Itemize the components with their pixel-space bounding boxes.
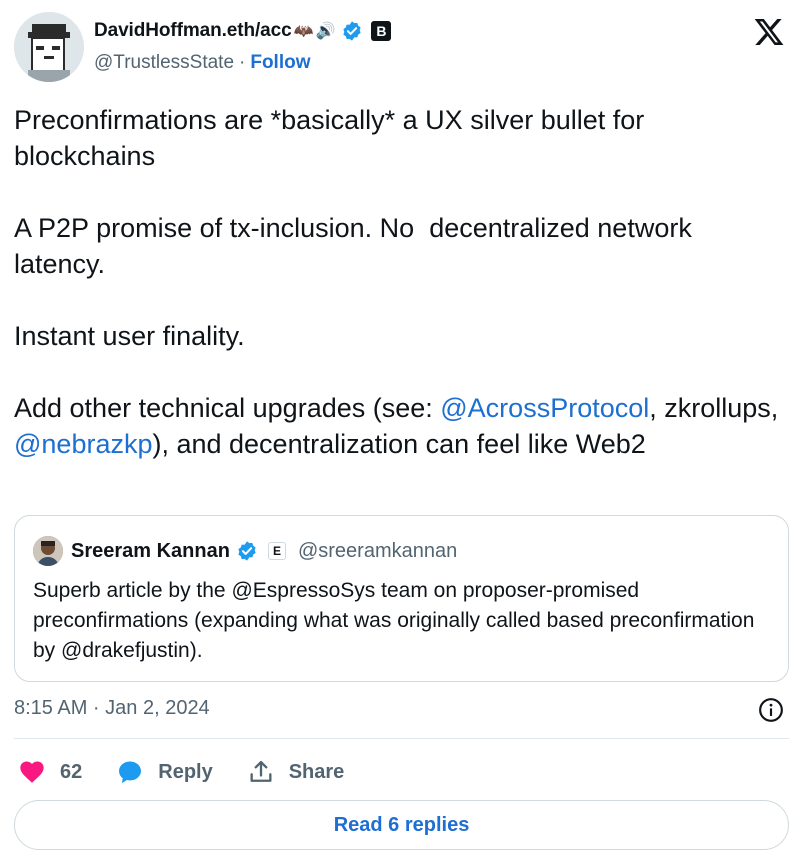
like-button[interactable]: 62 bbox=[18, 758, 82, 786]
tweet-timestamp[interactable]: 8:15 AM · Jan 2, 2024 bbox=[14, 697, 210, 720]
reply-bubble-icon bbox=[119, 761, 142, 784]
divider bbox=[14, 738, 789, 739]
quoted-tweet-text: Superb article by the @EspressoSys team … bbox=[33, 579, 755, 662]
reply-button[interactable]: Reply bbox=[116, 758, 213, 786]
share-icon bbox=[250, 760, 272, 782]
author-handle[interactable]: @TrustlessState bbox=[94, 52, 234, 74]
quoted-author-avatar bbox=[33, 536, 63, 566]
like-count: 62 bbox=[60, 760, 83, 783]
bat-emoji: 🦇 bbox=[293, 23, 314, 40]
mention-link[interactable]: @AcrossProtocol bbox=[440, 393, 649, 423]
tweet-paragraph: Instant user finality. bbox=[14, 321, 245, 351]
author-display-name[interactable]: DavidHoffman.eth/acc bbox=[94, 20, 292, 42]
x-logo-icon[interactable] bbox=[752, 16, 786, 48]
quoted-author-handle: @sreeramkannan bbox=[297, 539, 458, 562]
tweet-paragraph: Preconfirmations are *basically* a UX si… bbox=[14, 105, 652, 171]
tweet-text-segment: Add other technical upgrades (see: bbox=[14, 393, 441, 423]
tweet-actions: 62 Reply Share bbox=[18, 754, 378, 790]
quoted-affiliate-badge: E bbox=[267, 542, 286, 560]
speaker-emoji: 🔊 bbox=[315, 23, 336, 40]
separator-dot: · bbox=[239, 52, 246, 73]
info-icon[interactable] bbox=[758, 697, 784, 723]
quoted-author-name: Sreeram Kannan bbox=[71, 539, 230, 562]
share-button[interactable]: Share bbox=[247, 758, 345, 786]
tweet-paragraph: A P2P promise of tx-inclusion. No decent… bbox=[14, 213, 700, 279]
mention-link[interactable]: @nebrazkp bbox=[14, 429, 152, 459]
tweet-body: Preconfirmations are *basically* a UX si… bbox=[14, 102, 786, 462]
tweet-text-segment: ), and decentralization can feel like We… bbox=[152, 429, 646, 459]
read-replies-button[interactable]: Read 6 replies bbox=[14, 800, 789, 850]
verified-badge-icon bbox=[238, 541, 256, 561]
quoted-tweet-card[interactable]: Sreeram Kannan E @sreeramkannan Superb a… bbox=[14, 515, 789, 682]
author-avatar[interactable] bbox=[14, 12, 84, 82]
follow-button[interactable]: Follow bbox=[250, 52, 310, 74]
read-replies-label: Read 6 replies bbox=[333, 813, 470, 836]
tweet-text-segment: , zkrollups, bbox=[649, 393, 786, 423]
affiliate-badge[interactable]: B bbox=[371, 21, 392, 41]
verified-badge-icon bbox=[343, 21, 362, 41]
share-label: Share bbox=[288, 760, 345, 783]
heart-icon bbox=[20, 761, 44, 783]
tweet-header: DavidHoffman.eth/acc 🦇 🔊 B @TrustlessSta… bbox=[14, 12, 786, 84]
reply-label: Reply bbox=[158, 760, 213, 783]
